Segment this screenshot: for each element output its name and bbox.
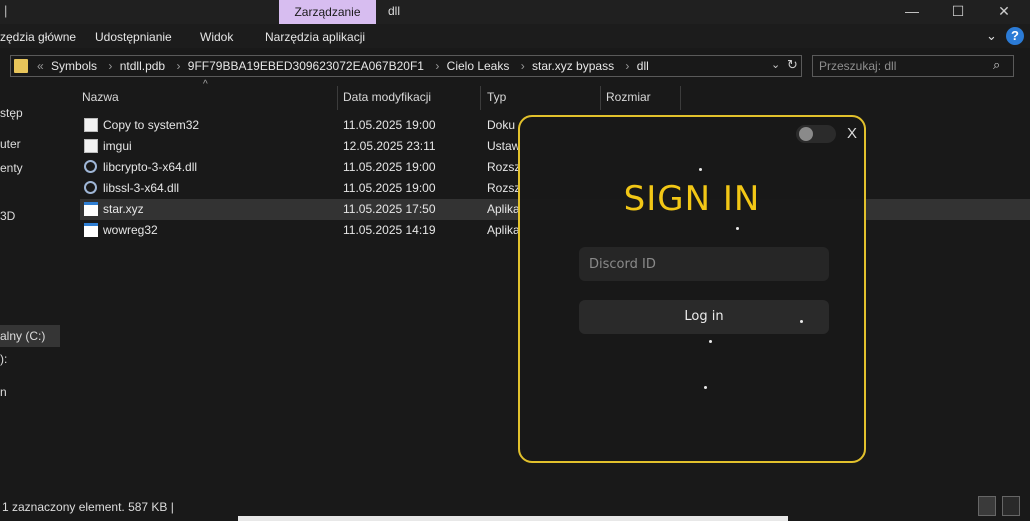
- file-type: Rozsz: [487, 181, 521, 195]
- file-name: imgui: [103, 139, 132, 153]
- sidebar-item-quick-access[interactable]: stęp: [0, 106, 23, 120]
- column-divider[interactable]: [480, 86, 481, 110]
- tab-view[interactable]: Widok: [200, 30, 233, 44]
- breadcrumb-separator: ›: [520, 59, 525, 73]
- file-name: libssl-3-x64.dll: [103, 181, 180, 195]
- large-icons-view-icon[interactable]: [1002, 496, 1020, 516]
- details-view-icon[interactable]: [978, 496, 996, 516]
- window-title: dll: [388, 4, 401, 18]
- tab-home[interactable]: zędzia główne: [0, 30, 76, 44]
- breadcrumb-separator: ›: [435, 59, 440, 73]
- particle-dot: [699, 168, 702, 171]
- search-box[interactable]: ⌕: [812, 55, 1014, 77]
- file-name: Copy to system32: [103, 118, 200, 132]
- ribbon: zędzia główne Udostępnianie Widok Narzęd…: [0, 24, 1030, 48]
- file-date: 11.05.2025 19:00: [343, 118, 436, 132]
- chevron-down-icon[interactable]: ⌄: [986, 28, 997, 44]
- search-icon[interactable]: ⌕: [993, 57, 1000, 73]
- file-type: Aplika: [487, 202, 520, 216]
- sidebar-item-documents[interactable]: enty: [0, 161, 23, 175]
- search-input[interactable]: [819, 59, 989, 73]
- particle-dot: [736, 227, 739, 230]
- breadcrumb-overflow[interactable]: «: [37, 59, 44, 73]
- file-date: 11.05.2025 17:50: [343, 202, 436, 216]
- file-type: Rozsz: [487, 160, 521, 174]
- sidebar-item-drive-d[interactable]: ):: [0, 352, 7, 366]
- file-type: Ustaw: [487, 139, 521, 153]
- application-icon: [84, 223, 98, 237]
- theme-toggle[interactable]: [796, 125, 836, 143]
- title-bar-pipe: |: [4, 3, 8, 18]
- file-date: 11.05.2025 19:00: [343, 181, 436, 195]
- file-date: 12.05.2025 23:11: [343, 139, 436, 153]
- log-in-button[interactable]: Log in: [579, 300, 829, 334]
- folder-icon: [14, 59, 28, 73]
- particle-dot: [800, 320, 803, 323]
- minimize-button[interactable]: —: [889, 0, 935, 24]
- sidebar-item-computer[interactable]: uter: [0, 137, 21, 151]
- file-name: wowreg32: [103, 223, 158, 237]
- particle-dot: [704, 386, 707, 389]
- toggle-knob: [799, 127, 813, 141]
- file-name: star.xyz: [103, 202, 144, 216]
- dll-gear-icon: [84, 181, 97, 194]
- breadcrumb-item[interactable]: ntdll.pdb: [120, 59, 165, 73]
- breadcrumb-item[interactable]: star.xyz bypass: [532, 59, 614, 73]
- sidebar-item-3d-objects[interactable]: 3D: [0, 209, 15, 223]
- tab-share[interactable]: Udostępnianie: [95, 30, 172, 44]
- file-type: Aplika: [487, 223, 520, 237]
- breadcrumb-item[interactable]: Symbols: [51, 59, 97, 73]
- breadcrumb: « Symbols › ntdll.pdb › 9FF79BBA19EBED30…: [33, 59, 653, 73]
- particle-dot: [709, 340, 712, 343]
- address-history-dropdown-icon[interactable]: ⌄: [771, 58, 780, 71]
- sign-in-title: SIGN IN: [623, 179, 761, 219]
- dll-gear-icon: [84, 160, 97, 173]
- column-divider[interactable]: [600, 86, 601, 110]
- refresh-icon[interactable]: ↻: [787, 57, 798, 73]
- column-divider[interactable]: [680, 86, 681, 110]
- breadcrumb-item[interactable]: 9FF79BBA19EBED309623072EA067B20F1: [188, 59, 424, 73]
- breadcrumb-separator: ›: [625, 59, 630, 73]
- maximize-button[interactable]: ☐: [935, 0, 981, 24]
- settings-file-icon: [84, 139, 98, 153]
- tab-manage[interactable]: Zarządzanie: [279, 0, 376, 24]
- document-icon: [84, 118, 98, 132]
- address-bar-area: « Symbols › ntdll.pdb › 9FF79BBA19EBED30…: [0, 50, 1030, 82]
- column-header-type[interactable]: Typ: [487, 90, 506, 104]
- column-header-name[interactable]: Nazwa: [82, 90, 119, 104]
- login-window: X SIGN IN Log in: [518, 115, 866, 463]
- file-type: Doku: [487, 118, 516, 132]
- sidebar-item-local-disk-c[interactable]: alny (C:): [0, 325, 60, 347]
- sort-ascending-icon: ^: [203, 79, 208, 90]
- column-divider[interactable]: [337, 86, 338, 110]
- help-icon[interactable]: ?: [1006, 27, 1024, 45]
- close-icon[interactable]: X: [847, 125, 857, 142]
- breadcrumb-item-current[interactable]: dll: [637, 59, 649, 73]
- navigation-pane: stęp uter enty 3D alny (C:) ): n: [0, 84, 66, 492]
- column-header-size[interactable]: Rozmiar: [606, 90, 651, 104]
- application-icon: [84, 202, 98, 216]
- file-date: 11.05.2025 14:19: [343, 223, 436, 237]
- discord-id-input[interactable]: [579, 247, 829, 281]
- file-name: libcrypto-3-x64.dll: [103, 160, 198, 174]
- address-bar[interactable]: « Symbols › ntdll.pdb › 9FF79BBA19EBED30…: [10, 55, 802, 77]
- file-date: 11.05.2025 19:00: [343, 160, 436, 174]
- tab-app-tools[interactable]: Narzędzia aplikacji: [265, 30, 365, 44]
- breadcrumb-separator: ›: [108, 59, 113, 73]
- breadcrumb-item[interactable]: Cielo Leaks: [447, 59, 510, 73]
- background-window-strip: [238, 516, 788, 521]
- column-header-date[interactable]: Data modyfikacji: [343, 90, 431, 104]
- status-selection-text: 1 zaznaczony element. 587 KB |: [2, 500, 174, 514]
- title-bar: | Zarządzanie dll — ☐ ✕: [0, 0, 1030, 24]
- close-window-button[interactable]: ✕: [981, 0, 1027, 24]
- breadcrumb-separator: ›: [176, 59, 181, 73]
- sidebar-item-network[interactable]: n: [0, 385, 7, 399]
